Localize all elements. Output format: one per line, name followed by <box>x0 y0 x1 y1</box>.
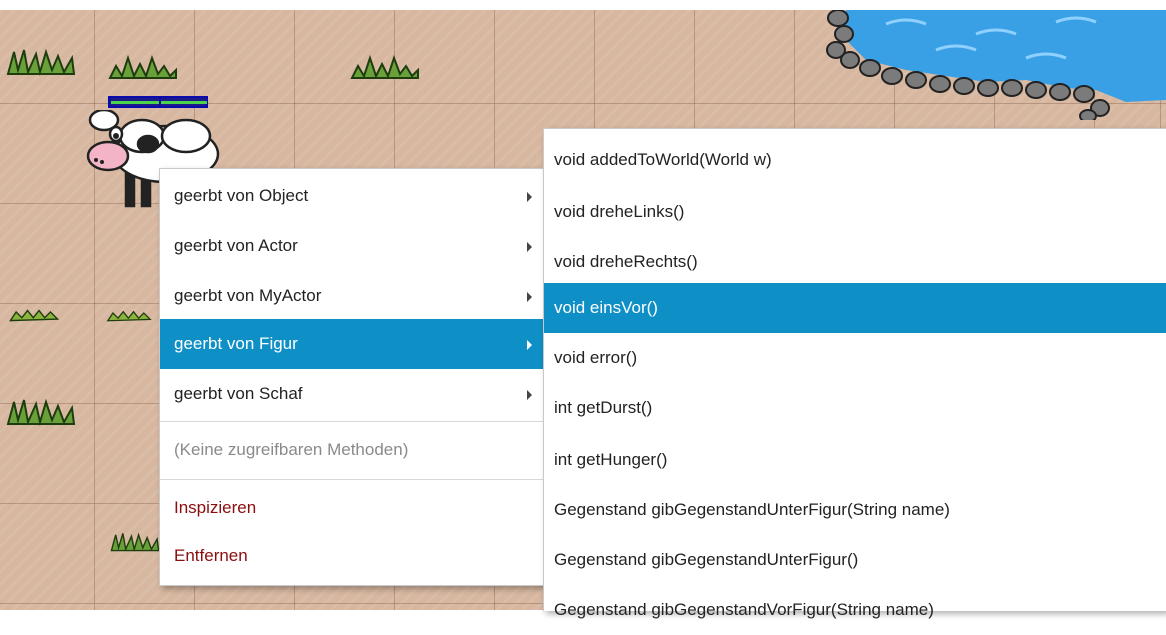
grass-clump <box>9 309 60 322</box>
menu-divider <box>160 479 544 480</box>
context-menu: geerbt von Object geerbt von Actor geerb… <box>159 168 545 586</box>
method-label: void addedToWorld(World w) <box>554 150 772 169</box>
menu-item-label: Inspizieren <box>174 498 257 517</box>
grass-clump <box>106 310 152 322</box>
menu-item-inherited-schaf[interactable]: geerbt von Schaf <box>160 369 544 419</box>
method-submenu: void addedToWorld(World w) void dreheLin… <box>543 128 1166 619</box>
menu-item-label: geerbt von Actor <box>174 236 298 255</box>
menu-item-label: geerbt von Schaf <box>174 384 303 403</box>
chevron-right-icon <box>527 242 532 252</box>
menu-item-no-methods: (Keine zugreifbaren Methoden) <box>160 425 544 475</box>
menu-divider <box>160 421 544 422</box>
submenu-item[interactable]: void dreheLinks() <box>544 187 1166 237</box>
method-label: int getDurst() <box>554 398 653 417</box>
sheep-health-bar <box>108 96 208 108</box>
menu-item-label: geerbt von Figur <box>174 334 298 353</box>
water-pond <box>826 10 1166 120</box>
chevron-right-icon <box>527 390 532 400</box>
grass-clump <box>350 54 419 79</box>
menu-item-label: geerbt von Object <box>174 186 309 205</box>
submenu-item[interactable]: int getHunger() <box>544 435 1166 485</box>
method-label: int getHunger() <box>554 450 668 469</box>
grass-clump <box>6 48 76 76</box>
grass-clump <box>108 54 177 79</box>
menu-item-label: Entfernen <box>174 546 248 565</box>
submenu-item[interactable]: Gegenstand gibGegenstandUnterFigur() <box>544 535 1166 585</box>
submenu-item[interactable]: int getDurst() <box>544 383 1166 433</box>
submenu-item[interactable]: void error() <box>544 333 1166 383</box>
method-label: void dreheLinks() <box>554 202 685 221</box>
menu-item-inspect[interactable]: Inspizieren <box>160 483 544 533</box>
grass-clump <box>6 398 76 426</box>
menu-item-inherited-figur[interactable]: geerbt von Figur <box>160 319 544 369</box>
chevron-right-icon <box>527 192 532 202</box>
method-label: void einsVor() <box>554 298 658 317</box>
submenu-item-selected[interactable]: void einsVor() <box>544 283 1166 333</box>
method-label: void dreheRechts() <box>554 252 698 271</box>
chevron-right-icon <box>527 340 532 350</box>
submenu-item[interactable]: void addedToWorld(World w) <box>544 135 1166 185</box>
method-label: Gegenstand gibGegenstandUnterFigur(Strin… <box>554 500 950 519</box>
chevron-right-icon <box>527 292 532 302</box>
menu-item-label: geerbt von MyActor <box>174 286 322 305</box>
submenu-item[interactable]: Gegenstand gibGegenstandUnterFigur(Strin… <box>544 485 1166 535</box>
grass-clump <box>110 532 160 552</box>
menu-item-remove[interactable]: Entfernen <box>160 531 544 581</box>
submenu-item[interactable]: Gegenstand gibGegenstandVorFigur(String … <box>544 585 1166 635</box>
submenu-item[interactable]: void dreheRechts() <box>544 237 1166 287</box>
menu-item-inherited-object[interactable]: geerbt von Object <box>160 171 544 221</box>
method-label: Gegenstand gibGegenstandUnterFigur() <box>554 550 859 569</box>
method-label: void error() <box>554 348 638 367</box>
menu-item-label: (Keine zugreifbaren Methoden) <box>174 440 409 459</box>
menu-item-inherited-actor[interactable]: geerbt von Actor <box>160 221 544 271</box>
menu-item-inherited-myactor[interactable]: geerbt von MyActor <box>160 271 544 321</box>
